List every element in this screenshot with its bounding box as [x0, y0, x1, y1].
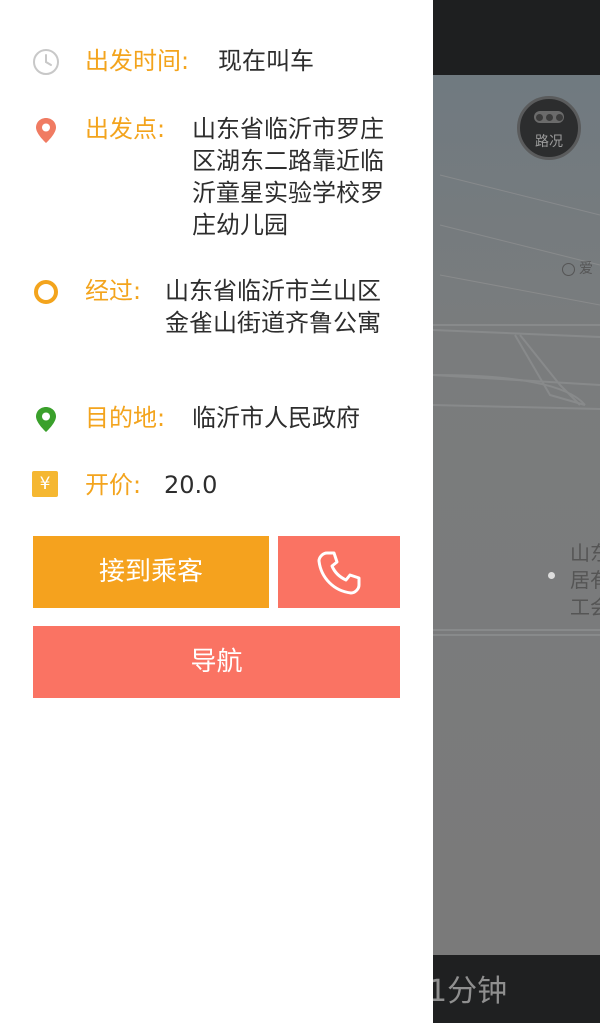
traffic-label: 路况	[535, 134, 563, 150]
destination-pin-icon	[32, 405, 60, 433]
eta-text: 1分钟	[428, 974, 508, 1009]
price-row: ¥ 开价: 20.0	[0, 469, 433, 503]
navigate-button[interactable]: 导航	[33, 626, 400, 698]
destination-value: 临沂市人民政府	[192, 404, 360, 432]
origin-value: 山东省临沂市罗庄区湖东二路靠近临沂童星实验学校罗庄幼儿园	[192, 115, 384, 239]
call-passenger-button[interactable]	[278, 536, 400, 608]
depart-time-row: 出发时间: 现在叫车	[0, 45, 433, 79]
via-label: 经过:	[85, 277, 142, 305]
order-detail-drawer: 出发时间: 现在叫车 出发点: 山东省临沂市罗庄区湖东二路靠近临沂童星实验学校罗…	[0, 0, 433, 1023]
map-poi-label: 爱	[562, 258, 593, 278]
traffic-light-icon	[534, 111, 564, 123]
pickup-passenger-button[interactable]: 接到乘客	[33, 536, 269, 608]
price-label: 开价:	[85, 471, 142, 499]
clock-icon	[32, 48, 60, 76]
poi-marker-icon	[562, 262, 575, 276]
origin-row: 出发点: 山东省临沂市罗庄区湖东二路靠近临沂童星实验学校罗庄幼儿园	[0, 113, 433, 243]
via-value: 山东省临沂市兰山区金雀山街道齐鲁公寓	[165, 277, 381, 337]
map-location-dot	[548, 572, 555, 579]
destination-label: 目的地:	[85, 404, 166, 432]
price-value: 20.0	[164, 471, 218, 499]
phone-icon	[317, 551, 361, 595]
location-pin-icon	[32, 116, 60, 144]
via-row: 经过: 山东省临沂市兰山区金雀山街道齐鲁公寓	[0, 275, 433, 375]
depart-time-value: 现在叫车	[218, 47, 314, 75]
traffic-toggle-button[interactable]: 路况	[517, 96, 581, 160]
waypoint-ring-icon	[32, 278, 60, 306]
depart-time-label: 出发时间:	[85, 47, 190, 75]
destination-row: 目的地: 临沂市人民政府	[0, 402, 433, 436]
yuan-icon: ¥	[32, 471, 58, 497]
origin-label: 出发点:	[85, 115, 166, 143]
map-place-label: 山东 居有 工会	[570, 541, 600, 619]
